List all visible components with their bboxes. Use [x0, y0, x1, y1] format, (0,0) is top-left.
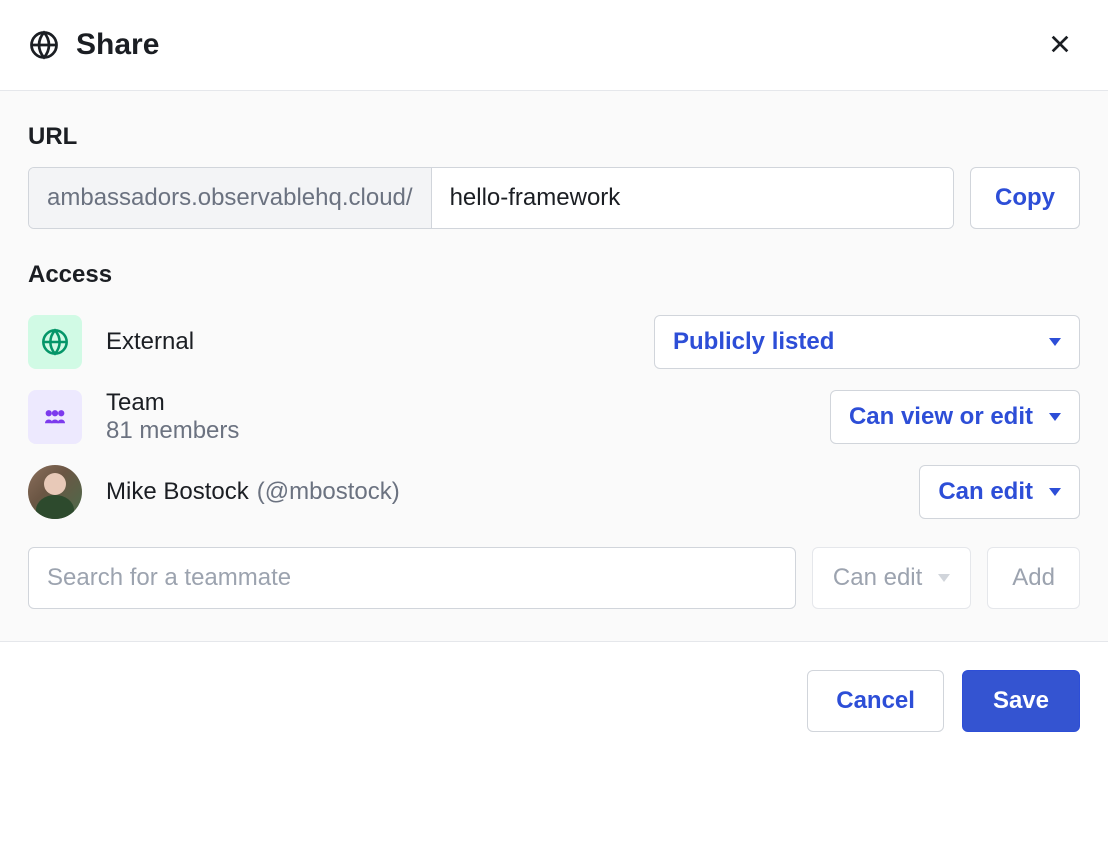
dropdown-value: Can edit	[938, 478, 1033, 506]
cancel-button[interactable]: Cancel	[807, 670, 944, 732]
dialog-content: URL ambassadors.observablehq.cloud/ Copy…	[0, 91, 1108, 641]
access-section-label: Access	[28, 261, 1080, 289]
globe-icon	[28, 29, 60, 61]
access-text: Team 81 members	[106, 389, 239, 445]
user-name: Mike Bostock	[106, 478, 249, 506]
access-left: Team 81 members	[28, 389, 239, 445]
user-handle: (@mbostock)	[257, 478, 400, 506]
dialog-title: Share	[76, 28, 159, 62]
copy-button[interactable]: Copy	[970, 167, 1080, 229]
url-slug-input[interactable]	[432, 168, 953, 228]
access-list: External Publicly listed	[28, 305, 1080, 609]
dropdown-value: Publicly listed	[673, 328, 834, 356]
access-left: Mike Bostock (@mbostock)	[28, 465, 400, 519]
external-label: External	[106, 328, 194, 356]
dropdown-value: Can view or edit	[849, 403, 1033, 431]
access-row-external: External Publicly listed	[28, 305, 1080, 379]
dialog-header: Share	[0, 0, 1108, 91]
access-text: External	[106, 328, 194, 356]
url-input-group: ambassadors.observablehq.cloud/	[28, 167, 954, 229]
url-section-label: URL	[28, 123, 1080, 151]
new-teammate-permission-dropdown[interactable]: Can edit	[812, 547, 971, 609]
user-permission-dropdown[interactable]: Can edit	[919, 465, 1080, 519]
dropdown-value: Can edit	[833, 564, 922, 592]
team-members-count: 81 members	[106, 417, 239, 445]
access-left: External	[28, 315, 194, 369]
close-icon	[1049, 33, 1071, 58]
add-teammate-button[interactable]: Add	[987, 547, 1080, 609]
team-permission-dropdown[interactable]: Can view or edit	[830, 390, 1080, 444]
chevron-down-icon	[1049, 413, 1061, 421]
chevron-down-icon	[938, 574, 950, 582]
chevron-down-icon	[1049, 488, 1061, 496]
search-teammate-input[interactable]	[28, 547, 796, 609]
save-button[interactable]: Save	[962, 670, 1080, 732]
external-permission-dropdown[interactable]: Publicly listed	[654, 315, 1080, 369]
url-prefix: ambassadors.observablehq.cloud/	[29, 168, 432, 228]
globe-icon	[28, 315, 82, 369]
access-row-team: Team 81 members Can view or edit	[28, 379, 1080, 455]
team-icon	[28, 390, 82, 444]
chevron-down-icon	[1049, 338, 1061, 346]
close-button[interactable]	[1044, 29, 1076, 61]
user-name-row: Mike Bostock (@mbostock)	[106, 478, 400, 506]
header-left: Share	[28, 28, 159, 62]
team-label: Team	[106, 389, 239, 417]
user-avatar	[28, 465, 82, 519]
url-row: ambassadors.observablehq.cloud/ Copy	[28, 167, 1080, 229]
access-row-user: Mike Bostock (@mbostock) Can edit	[28, 455, 1080, 529]
dialog-footer: Cancel Save	[0, 641, 1108, 760]
search-teammate-row: Can edit Add	[28, 547, 1080, 609]
